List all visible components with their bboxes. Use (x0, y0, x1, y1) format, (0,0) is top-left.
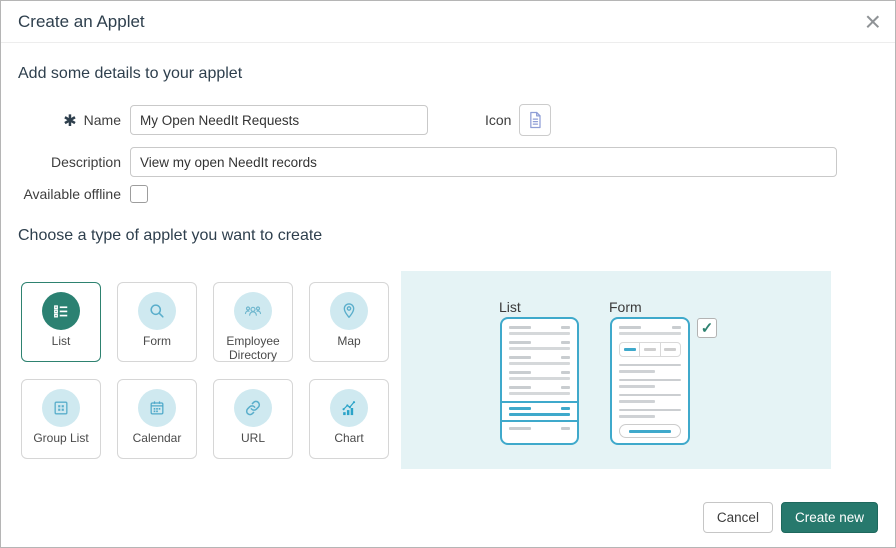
list-icon (42, 292, 80, 330)
grid-icon (42, 389, 80, 427)
form-preview-mockup (610, 317, 690, 445)
preview-list-label: List (499, 299, 521, 315)
tile-map[interactable]: Map (309, 282, 389, 362)
tile-calendar[interactable]: Calendar (117, 379, 197, 459)
available-offline-checkbox[interactable] (130, 185, 148, 203)
required-asterisk-icon: ✱ (63, 113, 77, 130)
cancel-button[interactable]: Cancel (702, 502, 773, 533)
description-input[interactable] (130, 147, 837, 177)
tile-form-label: Form (143, 334, 171, 348)
tile-map-label: Map (337, 334, 361, 348)
people-icon (234, 292, 272, 330)
applet-type-grid: List Form Employee Directory Map Group L… (21, 282, 389, 459)
list-preview-mockup (500, 317, 579, 445)
tile-employee-directory-label: Employee Directory (226, 334, 280, 363)
tile-group-list-label: Group List (33, 431, 89, 445)
preview-checkbox[interactable]: ✓ (697, 318, 717, 338)
available-offline-label: Available offline (23, 186, 121, 202)
tile-url[interactable]: URL (213, 379, 293, 459)
type-section-heading: Choose a type of applet you want to crea… (18, 227, 323, 244)
tile-list-label: List (51, 334, 71, 348)
description-label: Description (50, 154, 121, 170)
calendar-icon (138, 389, 176, 427)
applet-preview-panel: List Form ✓ (401, 271, 831, 469)
tile-group-list[interactable]: Group List (21, 379, 101, 459)
preview-form-label: Form (609, 299, 642, 315)
tile-calendar-label: Calendar (132, 431, 182, 445)
icon-picker-button[interactable] (519, 104, 551, 136)
tile-chart-label: Chart (334, 431, 364, 445)
name-label-text: Name (83, 112, 121, 128)
close-icon[interactable]: × (865, 5, 881, 39)
create-applet-dialog: Create an Applet × Add some details to y… (0, 0, 896, 548)
form-mockup-button (619, 424, 681, 438)
create-new-button[interactable]: Create new (780, 502, 878, 533)
dialog-title: Create an Applet (18, 12, 145, 31)
form-mockup-tabs (619, 342, 681, 357)
tile-chart[interactable]: Chart (309, 379, 389, 459)
map-pin-icon (330, 292, 368, 330)
search-icon (138, 292, 176, 330)
tile-list[interactable]: List (21, 282, 101, 362)
dialog-footer: Cancel Create new (702, 502, 878, 533)
tile-url-label: URL (240, 431, 265, 445)
name-input[interactable] (130, 105, 428, 135)
details-section-heading: Add some details to your applet (18, 65, 243, 82)
link-icon (234, 389, 272, 427)
tile-form[interactable]: Form (117, 282, 197, 362)
chart-icon (330, 389, 368, 427)
document-icon (525, 110, 545, 130)
tile-employee-directory[interactable]: Employee Directory (213, 282, 293, 362)
checkmark-icon: ✓ (700, 320, 714, 337)
dialog-header: Create an Applet × (1, 1, 895, 43)
name-label: ✱ Name (1, 105, 121, 137)
icon-label: Icon (485, 112, 512, 128)
